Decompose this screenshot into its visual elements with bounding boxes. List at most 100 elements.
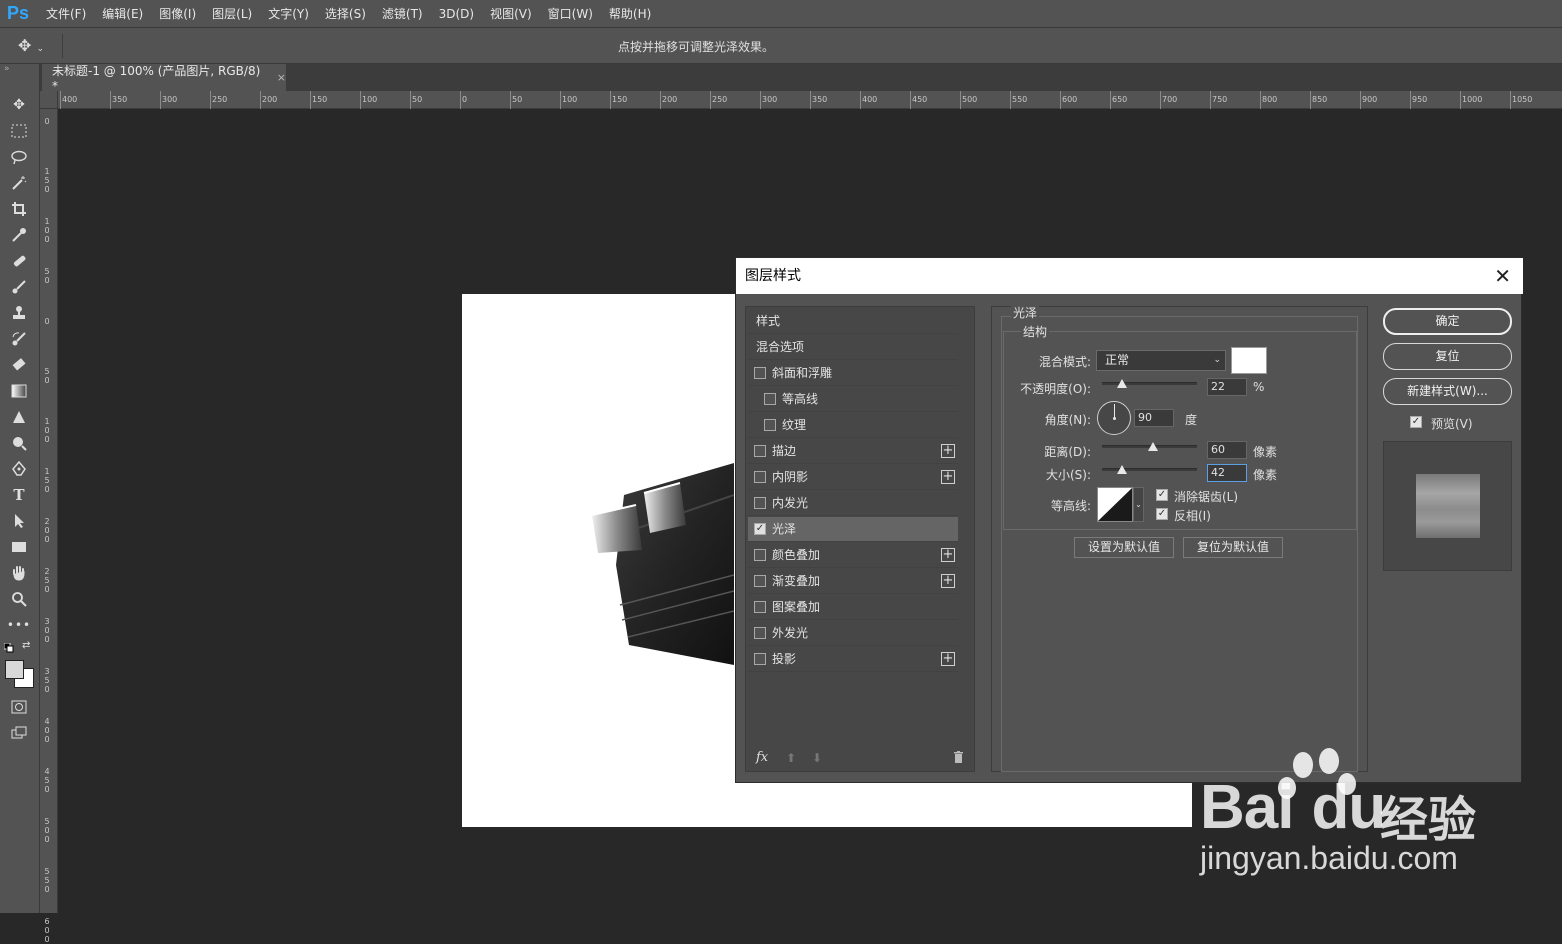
effect-item[interactable]: 渐变叠加 + — [748, 569, 958, 594]
healing-brush-icon[interactable] — [8, 250, 30, 272]
trash-icon[interactable] — [953, 751, 964, 766]
move-up-icon[interactable]: ⬆ — [786, 751, 796, 765]
effect-item[interactable]: ✓ 光泽 — [748, 517, 958, 542]
effect-checkbox[interactable] — [754, 601, 766, 613]
lasso-tool-icon[interactable] — [8, 146, 30, 168]
panel-grip-icon[interactable]: » — [4, 64, 10, 74]
menu-item[interactable]: 视图(V) — [482, 0, 540, 28]
effect-checkbox[interactable] — [754, 627, 766, 639]
default-colors-icon[interactable] — [3, 642, 14, 653]
move-down-icon[interactable]: ⬇ — [812, 751, 822, 765]
list-scrollbar[interactable] — [958, 309, 972, 743]
menu-item[interactable]: 文字(Y) — [260, 0, 317, 28]
pen-tool-icon[interactable] — [8, 458, 30, 480]
effect-checkbox[interactable] — [754, 653, 766, 665]
eyedropper-icon[interactable] — [8, 224, 30, 246]
contour-dropdown-icon[interactable]: ⌄ — [1133, 487, 1144, 522]
make-default-button[interactable]: 设置为默认值 — [1074, 537, 1174, 558]
vertical-ruler[interactable]: 0 150 100 50 0 50 100 150 200 250 300 350 400 450 500 5… — [40, 109, 58, 944]
effect-checkbox[interactable] — [764, 419, 776, 431]
invert-checkbox[interactable]: ✓ — [1156, 508, 1168, 520]
marquee-tool-icon[interactable] — [8, 120, 30, 142]
horizontal-ruler[interactable]: 400 350 300 250 200 150 100 50 0 50 100 150 200 250 30… — [58, 91, 1562, 109]
menu-item[interactable]: 文件(F) — [38, 0, 94, 28]
contour-preview[interactable] — [1097, 487, 1133, 522]
effect-item[interactable]: 内发光 — [748, 491, 958, 516]
distance-slider[interactable] — [1102, 442, 1197, 451]
add-effect-icon[interactable]: + — [941, 470, 955, 484]
magic-wand-icon[interactable] — [8, 172, 30, 194]
effect-item[interactable]: 描边 + — [748, 439, 958, 464]
menu-item[interactable]: 图层(L) — [204, 0, 260, 28]
preview-checkbox[interactable]: ✓ — [1410, 416, 1422, 428]
satin-color-swatch[interactable] — [1231, 347, 1267, 374]
path-selection-icon[interactable] — [8, 510, 30, 532]
zoom-tool-icon[interactable] — [8, 588, 30, 610]
reset-button[interactable]: 复位 — [1383, 343, 1512, 370]
reset-default-button[interactable]: 复位为默认值 — [1183, 537, 1283, 558]
menu-item[interactable]: 编辑(E) — [94, 0, 151, 28]
new-style-button[interactable]: 新建样式(W)... — [1383, 378, 1512, 405]
ok-button[interactable]: 确定 — [1383, 308, 1512, 335]
effect-item[interactable]: 颜色叠加 + — [748, 543, 958, 568]
menu-item[interactable]: 窗口(W) — [540, 0, 601, 28]
history-brush-icon[interactable] — [8, 328, 30, 350]
move-tool-icon[interactable]: ✥ — [8, 94, 30, 116]
effect-checkbox[interactable] — [754, 549, 766, 561]
effect-checkbox[interactable] — [754, 367, 766, 379]
close-icon[interactable]: ✕ — [1494, 264, 1511, 288]
effect-item[interactable]: 纹理 — [748, 413, 958, 438]
effect-checkbox[interactable] — [754, 445, 766, 457]
effect-item[interactable]: 内阴影 + — [748, 465, 958, 490]
blend-mode-select[interactable]: 正常 ⌄ — [1096, 350, 1226, 371]
effect-item[interactable]: 等高线 — [748, 387, 958, 412]
quick-mask-icon[interactable] — [8, 696, 30, 718]
antialias-checkbox[interactable]: ✓ — [1156, 489, 1168, 501]
screen-mode-icon[interactable] — [8, 722, 30, 744]
add-effect-icon[interactable]: + — [941, 574, 955, 588]
more-tools-icon[interactable]: ••• — [7, 614, 30, 636]
clone-stamp-icon[interactable] — [8, 302, 30, 324]
move-tool-preset-icon[interactable]: ✥ ⌄ — [18, 36, 58, 56]
opacity-slider[interactable] — [1102, 379, 1197, 388]
crop-tool-icon[interactable] — [8, 198, 30, 220]
swap-colors-icon[interactable]: ⇄ — [22, 640, 34, 652]
effect-checkbox[interactable] — [754, 575, 766, 587]
hand-tool-icon[interactable] — [8, 562, 30, 584]
distance-input[interactable]: 60 — [1207, 441, 1247, 459]
angle-dial[interactable] — [1097, 401, 1131, 435]
tab-close-icon[interactable]: × — [277, 71, 286, 84]
add-effect-icon[interactable]: + — [941, 548, 955, 562]
foreground-color-swatch[interactable] — [5, 660, 24, 679]
effect-checkbox[interactable] — [754, 497, 766, 509]
menu-item[interactable]: 图像(I) — [151, 0, 204, 28]
effect-item[interactable]: 投影 + — [748, 647, 958, 672]
rectangle-tool-icon[interactable] — [8, 536, 30, 558]
effect-checkbox[interactable]: ✓ — [754, 523, 766, 535]
size-slider-thumb[interactable] — [1117, 465, 1127, 474]
menu-item[interactable]: 选择(S) — [317, 0, 374, 28]
menu-item[interactable]: 3D(D) — [431, 0, 482, 28]
ruler-corner[interactable] — [40, 91, 58, 109]
effect-checkbox[interactable] — [754, 471, 766, 483]
add-effect-icon[interactable]: + — [941, 444, 955, 458]
effect-item[interactable]: 斜面和浮雕 — [748, 361, 958, 386]
type-tool-icon[interactable]: T — [8, 484, 30, 506]
menu-item[interactable]: 滤镜(T) — [374, 0, 431, 28]
brush-tool-icon[interactable] — [8, 276, 30, 298]
distance-slider-thumb[interactable] — [1148, 442, 1158, 451]
fx-menu-button[interactable]: fx — [756, 750, 768, 765]
dodge-tool-icon[interactable] — [8, 432, 30, 454]
size-input[interactable]: 42 — [1207, 464, 1247, 482]
document-tab[interactable]: 未标题-1 @ 100% (产品图片, RGB/8) * × — [42, 64, 286, 93]
opacity-input[interactable]: 22 — [1207, 378, 1247, 396]
effect-checkbox[interactable] — [764, 393, 776, 405]
blur-tool-icon[interactable] — [8, 406, 30, 428]
effect-item[interactable]: 图案叠加 — [748, 595, 958, 620]
add-effect-icon[interactable]: + — [941, 652, 955, 666]
gradient-tool-icon[interactable] — [8, 380, 30, 402]
blending-options-item[interactable]: 混合选项 — [748, 335, 958, 360]
menu-item[interactable]: 帮助(H) — [601, 0, 659, 28]
angle-input[interactable]: 90 — [1134, 409, 1174, 427]
opacity-slider-thumb[interactable] — [1117, 379, 1127, 388]
